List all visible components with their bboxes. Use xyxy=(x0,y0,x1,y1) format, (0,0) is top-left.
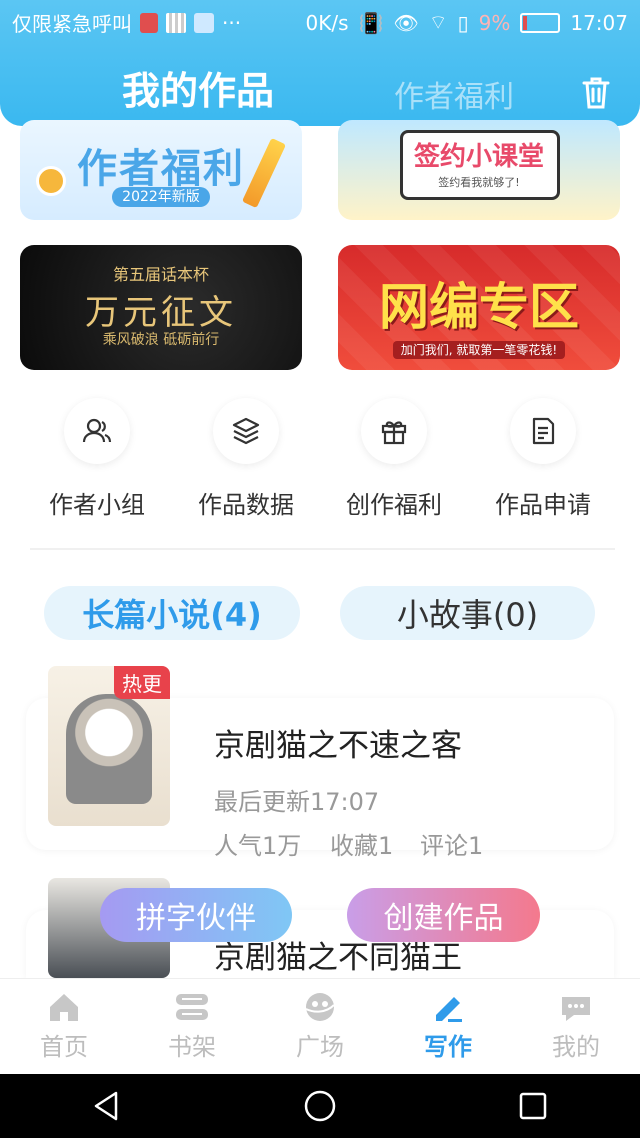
banner-essay-contest[interactable]: 第五届话本杯 万元征文 乘风破浪 砥砺前行 xyxy=(20,245,302,370)
system-nav-bar xyxy=(0,1074,640,1138)
nav-label: 书架 xyxy=(168,1033,216,1061)
status-bar: 仅限紧急呼叫 ··· 0K/s 📳 👁 ⌔ ▯ 9% 17:07 xyxy=(0,0,640,45)
gift-icon xyxy=(381,421,407,445)
nav-label: 写作 xyxy=(424,1033,472,1061)
works-data-button[interactable] xyxy=(213,398,279,464)
nav-bookshelf[interactable]: 书架 xyxy=(142,991,242,1062)
work-last-update: 最后更新17:07 xyxy=(214,788,380,816)
trash-icon[interactable] xyxy=(578,74,614,110)
chat-icon xyxy=(562,997,590,1021)
plaza-icon xyxy=(305,993,335,1021)
banner-subtitle: 乘风破浪 砥砺前行 xyxy=(102,332,220,348)
carrier-text: 仅限紧急呼叫 xyxy=(12,12,132,36)
bookshelf-icon xyxy=(176,994,208,1020)
battery-percent: 9% xyxy=(478,10,511,35)
banner-signing-class[interactable]: 签约小课堂 签约看我就够了! xyxy=(338,120,620,220)
layers-icon xyxy=(232,417,260,445)
section-divider xyxy=(30,548,615,550)
works-apply-button[interactable] xyxy=(510,398,576,464)
work-title[interactable]: 京剧猫之不速之客 xyxy=(214,720,462,765)
qr-icon xyxy=(166,12,186,33)
banner-title: 网编专区 xyxy=(379,278,579,336)
home-icon xyxy=(50,994,78,1021)
clock: 17:07 xyxy=(570,10,628,35)
quick-link-label: 创作福利 xyxy=(346,491,442,516)
users-icon xyxy=(82,418,112,443)
wifi-icon: ⌔ xyxy=(428,10,448,34)
net-speed: 0K/s xyxy=(305,10,349,35)
tab-long-novels[interactable]: 长篇小说(4) xyxy=(44,586,300,640)
vibrate-icon: 📳 xyxy=(358,10,384,35)
more-dots-icon: ··· xyxy=(222,10,242,35)
work-cover: 热更 xyxy=(48,666,170,826)
gallery-icon xyxy=(194,12,214,33)
clock-icon xyxy=(36,166,66,196)
eye-icon: 👁 xyxy=(393,10,419,35)
creation-benefits-button[interactable] xyxy=(361,398,427,464)
sim-icon xyxy=(140,12,158,33)
work-favorites: 收藏1 xyxy=(330,832,394,860)
banner-author-benefits[interactable]: 作者福利 2022年新版 xyxy=(20,120,302,220)
nav-plaza[interactable]: 广场 xyxy=(270,991,370,1062)
pen-icon xyxy=(436,997,462,1022)
bottom-nav: 首页 书架 广场 写作 我的 xyxy=(0,978,640,1074)
quick-link-label: 作者小组 xyxy=(49,491,145,516)
work-popularity: 人气1万 xyxy=(214,832,302,860)
document-icon xyxy=(532,417,555,445)
nav-label: 首页 xyxy=(40,1033,88,1061)
cat-illustration xyxy=(66,694,152,804)
nav-write[interactable]: 写作 xyxy=(398,991,498,1062)
quick-link-label: 作品申请 xyxy=(495,491,591,516)
author-group-button[interactable] xyxy=(64,398,130,464)
hot-badge: 热更 xyxy=(114,666,170,699)
work-comments: 评论1 xyxy=(420,832,484,860)
banner-subtitle: 加门我们, 就取第一笔零花钱! xyxy=(338,341,620,359)
home-circle-icon[interactable] xyxy=(303,1089,337,1123)
quick-link-label: 作品数据 xyxy=(198,491,294,516)
banner-top: 第五届话本杯 xyxy=(112,265,209,284)
banner-subtitle: 签约看我就够了! xyxy=(438,176,520,189)
nav-label: 我的 xyxy=(552,1033,600,1061)
nav-label: 广场 xyxy=(296,1033,344,1061)
nav-mine[interactable]: 我的 xyxy=(526,991,626,1062)
tab-short-stories[interactable]: 小故事(0) xyxy=(340,586,595,640)
tab-author-benefits[interactable]: 作者福利 xyxy=(394,72,514,116)
battery-icon xyxy=(520,12,561,33)
sim-card-icon: ▯ xyxy=(457,10,469,35)
nav-home[interactable]: 首页 xyxy=(14,991,114,1062)
banner-title: 万元征文 xyxy=(85,293,237,333)
banner-editor-zone[interactable]: 网编专区 加门我们, 就取第一笔零花钱! xyxy=(338,245,620,370)
back-icon[interactable] xyxy=(90,1089,124,1123)
create-work-button[interactable]: 创建作品 xyxy=(347,888,540,942)
tab-my-works[interactable]: 我的作品 xyxy=(122,60,274,115)
banner-title: 签约小课堂 xyxy=(413,142,544,172)
recents-icon[interactable] xyxy=(516,1089,550,1123)
word-partner-button[interactable]: 拼字伙伴 xyxy=(100,888,292,942)
